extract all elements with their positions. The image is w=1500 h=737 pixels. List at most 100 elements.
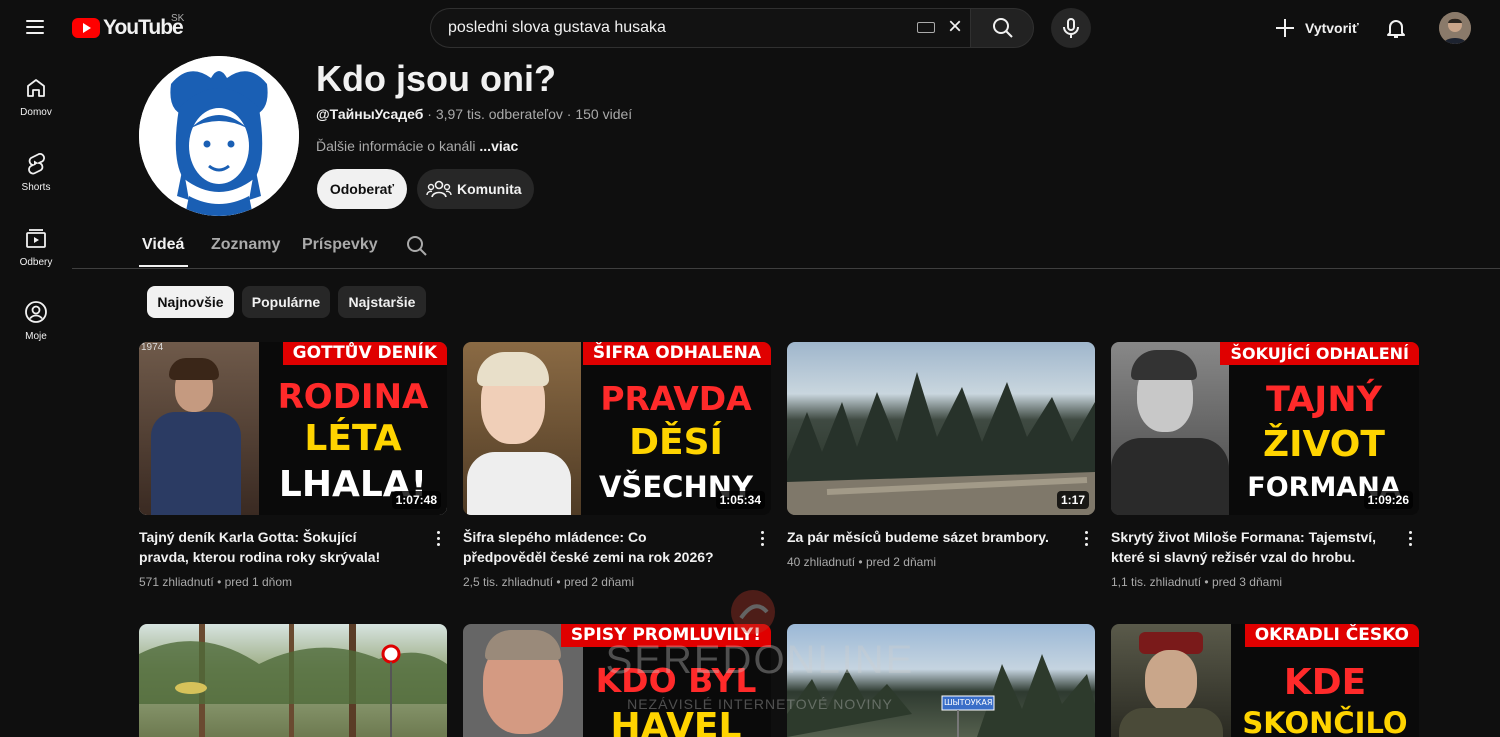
nav-item-shorts[interactable]: Shorts — [4, 151, 68, 221]
upload-age: pred 2 dňami — [563, 575, 634, 589]
road-photo — [787, 654, 1095, 737]
subscriptions-icon — [26, 229, 46, 248]
people-icon — [426, 180, 452, 198]
channel-meta: @ТайныУсадеб · 3,97 tis. odberateľov · 1… — [316, 106, 632, 122]
thumbnail-photo — [463, 342, 581, 515]
video-count: 150 videí — [575, 106, 633, 122]
thumbnail-text: KDE — [1283, 662, 1367, 703]
plus-icon — [1276, 19, 1294, 37]
create-label: Vytvoriť — [1305, 20, 1359, 36]
photo-year: 1974 — [141, 342, 164, 353]
channel-search-icon[interactable] — [405, 234, 429, 258]
chip-popular[interactable]: Populárne — [242, 286, 330, 318]
video-duration: 1:09:26 — [1363, 491, 1413, 509]
create-button[interactable]: Vytvoriť — [1265, 8, 1365, 48]
nav-item-home[interactable]: Domov — [4, 76, 68, 146]
active-tab-indicator — [139, 265, 188, 267]
more-options-icon[interactable] — [1081, 528, 1091, 552]
video-duration: 1:05:34 — [715, 491, 765, 509]
channel-avatar[interactable] — [139, 56, 299, 216]
tab-videos[interactable]: Videá — [142, 236, 184, 254]
video-thumbnail[interactable]: ŠOKUJÍCÍ ODHALENÍ TAJNÝ ŽIVOT FORMANA 1:… — [1111, 342, 1419, 515]
subscribe-button[interactable]: Odoberať — [317, 169, 407, 209]
tab-posts[interactable]: Príspevky — [302, 236, 378, 254]
description-text: Ďalšie informácie o kanáli — [316, 138, 480, 154]
bell-icon — [1387, 20, 1405, 38]
video-thumbnail[interactable]: ŠIFRA ODHALENA PRAVDA DĚSÍ VŠECHNY 1:05:… — [463, 342, 771, 515]
view-count: 2,5 tis. zhliadnutí — [463, 575, 554, 589]
thumbnail-photo: 1974 — [139, 342, 259, 515]
voice-search-button[interactable] — [1051, 8, 1091, 48]
video-thumbnail[interactable] — [139, 624, 447, 737]
community-button[interactable]: Komunita — [417, 169, 534, 209]
more-options-icon[interactable] — [757, 528, 767, 552]
video-duration: 1:17 — [1056, 491, 1089, 509]
youtube-play-icon — [72, 18, 100, 38]
channel-description[interactable]: Ďalšie informácie o kanáli ...viac — [316, 138, 518, 154]
thumbnail-text: ŽIVOT — [1263, 424, 1385, 465]
video-thumbnail[interactable]: 1974 GOTTŮV DENÍK RODINA LÉTA LHALA! 1:0… — [139, 342, 447, 515]
upload-age: pred 2 dňami — [865, 555, 936, 569]
chip-oldest[interactable]: Najstaršie — [338, 286, 426, 318]
shorts-icon — [28, 153, 45, 175]
more-link[interactable]: ...viac — [479, 138, 518, 154]
more-options-icon[interactable] — [433, 528, 443, 552]
home-icon — [27, 79, 45, 97]
search-box — [430, 8, 970, 48]
video-meta: 1,1 tis. zhliadnutí • pred 3 dňami — [1111, 575, 1282, 589]
search-input[interactable] — [446, 18, 910, 38]
thumbnail-photo — [1111, 624, 1231, 737]
notifications-button[interactable] — [1384, 16, 1408, 40]
video-thumbnail[interactable]: SPISY PROMLUVILY! KDO BYL HAVEL — [463, 624, 771, 737]
keyboard-icon[interactable] — [917, 22, 935, 33]
thumbnail-banner: SPISY PROMLUVILY! — [560, 624, 771, 647]
search-button[interactable] — [970, 8, 1034, 48]
nav-label: Domov — [20, 107, 52, 118]
video-meta: 40 zhliadnutí • pred 2 dňami — [787, 555, 936, 569]
nav-label: Moje — [25, 331, 47, 342]
user-photo — [1439, 12, 1471, 44]
video-duration: 1:07:48 — [391, 491, 441, 509]
video-thumbnail[interactable]: OKRADLI ČESKO KDE SKONČILO — [1111, 624, 1419, 737]
channel-title: Kdo jsou oni? — [316, 58, 556, 99]
forest-photo — [139, 624, 447, 737]
you-icon — [25, 301, 47, 323]
video-title[interactable]: Šifra slepého mládence: Co předpověděl č… — [463, 527, 733, 567]
video-thumbnail[interactable]: ШЫТОУКАЯ — [787, 624, 1095, 737]
search-icon — [993, 18, 1013, 38]
thumbnail-text: DĚSÍ — [629, 422, 723, 463]
thumbnail-text: HAVEL — [610, 706, 742, 737]
menu-icon[interactable] — [24, 16, 48, 40]
thumbnail-text: PRAVDA — [600, 379, 752, 418]
meta-separator: · — [423, 106, 436, 122]
thumbnail-banner: GOTTŮV DENÍK — [282, 342, 447, 365]
tabs-divider — [72, 268, 1500, 269]
microphone-icon — [1063, 18, 1079, 38]
subscriber-count: 3,97 tis. odberateľov — [435, 106, 563, 122]
youtube-logo[interactable]: YouTube — [72, 16, 184, 40]
thumbnail-text: RODINA — [277, 377, 429, 417]
nav-item-you[interactable]: Moje — [4, 300, 68, 370]
account-avatar[interactable] — [1439, 12, 1471, 44]
video-thumbnail[interactable]: 1:17 — [787, 342, 1095, 515]
thumbnail-text: KDO BYL — [595, 661, 757, 700]
chip-latest[interactable]: Najnovšie — [147, 286, 234, 318]
video-title[interactable]: Skrytý život Miloše Formana: Tajemství, … — [1111, 527, 1381, 567]
video-meta: 2,5 tis. zhliadnutí • pred 2 dňami — [463, 575, 634, 589]
view-count: 1,1 tis. zhliadnutí — [1111, 575, 1202, 589]
thumbnail-text: TAJNÝ — [1266, 380, 1382, 420]
thumbnail-banner: OKRADLI ČESKO — [1244, 624, 1419, 647]
tab-playlists[interactable]: Zoznamy — [211, 236, 280, 254]
clear-search-icon[interactable]: × — [944, 15, 966, 39]
video-title[interactable]: Tajný deník Karla Gotta: Šokující pravda… — [139, 527, 409, 567]
thumbnail-text: SKONČILO — [1242, 706, 1408, 737]
nav-label: Shorts — [21, 182, 51, 193]
thumbnail-text: LÉTA — [304, 418, 402, 459]
nav-item-subscriptions[interactable]: Odbery — [4, 226, 68, 296]
more-options-icon[interactable] — [1405, 528, 1415, 552]
view-count: 40 zhliadnutí — [787, 555, 856, 569]
upload-age: pred 3 dňami — [1211, 575, 1282, 589]
road-sign-text: ШЫТОУКАЯ — [944, 698, 993, 707]
upload-age: pred 1 dňom — [224, 575, 292, 589]
video-title[interactable]: Za pár měsíců budeme sázet brambory. — [787, 527, 1057, 547]
